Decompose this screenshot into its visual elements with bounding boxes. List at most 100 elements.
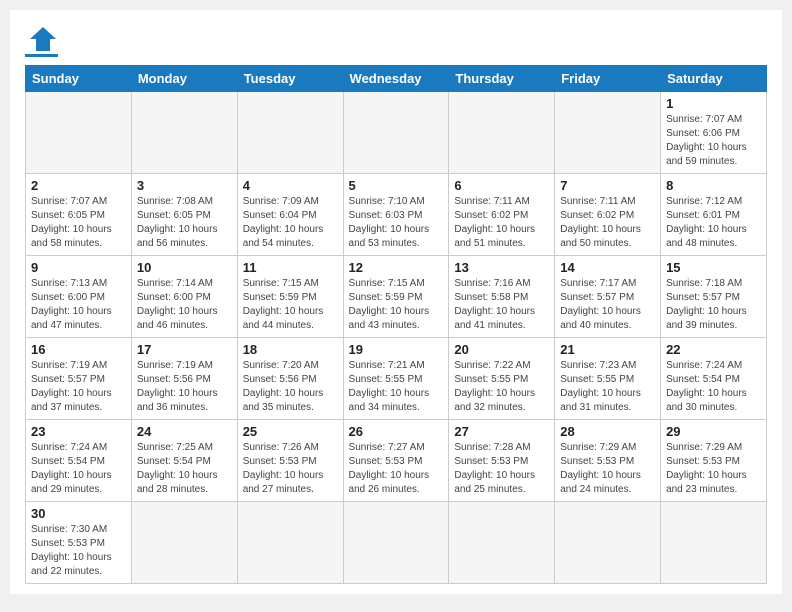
day-number: 6 xyxy=(454,178,549,193)
day-number: 16 xyxy=(31,342,126,357)
day-info: Sunrise: 7:11 AM Sunset: 6:02 PM Dayligh… xyxy=(454,195,549,251)
day-info: Sunrise: 7:12 AM Sunset: 6:01 PM Dayligh… xyxy=(666,195,761,251)
day-number: 30 xyxy=(31,506,126,521)
calendar-cell: 23 Sunrise: 7:24 AM Sunset: 5:54 PM Dayli… xyxy=(26,420,132,502)
calendar-cell: 4 Sunrise: 7:09 AM Sunset: 6:04 PM Daylig… xyxy=(237,174,343,256)
weekday-header-row: SundayMondayTuesdayWednesdayThursdayFrid… xyxy=(26,66,767,92)
calendar-cell xyxy=(237,502,343,584)
weekday-header-wednesday: Wednesday xyxy=(343,66,449,92)
calendar-cell: 9Sunrise: 7:13 AM Sunset: 6:00 PM Daylig… xyxy=(26,256,132,338)
day-number: 26 xyxy=(349,424,444,439)
day-info: Sunrise: 7:11 AM Sunset: 6:02 PM Dayligh… xyxy=(560,195,655,251)
day-number: 20 xyxy=(454,342,549,357)
day-number: 5 xyxy=(349,178,444,193)
day-info: Sunrise: 7:18 AM Sunset: 5:57 PM Dayligh… xyxy=(666,277,761,333)
day-number: 19 xyxy=(349,342,444,357)
calendar-week-3: 9Sunrise: 7:13 AM Sunset: 6:00 PM Daylig… xyxy=(26,256,767,338)
day-info: Sunrise: 7:26 AM Sunset: 5:53 PM Dayligh… xyxy=(243,441,338,497)
day-info: Sunrise: 7:28 AM Sunset: 5:53 PM Dayligh… xyxy=(454,441,549,497)
calendar-cell: 14Sunrise: 7:17 AM Sunset: 5:57 PM Dayli… xyxy=(555,256,661,338)
day-info: Sunrise: 7:07 AM Sunset: 6:05 PM Dayligh… xyxy=(31,195,126,251)
weekday-header-saturday: Saturday xyxy=(661,66,767,92)
day-info: Sunrise: 7:23 AM Sunset: 5:55 PM Dayligh… xyxy=(560,359,655,415)
day-info: Sunrise: 7:24 AM Sunset: 5:54 PM Dayligh… xyxy=(666,359,761,415)
day-info: Sunrise: 7:09 AM Sunset: 6:04 PM Dayligh… xyxy=(243,195,338,251)
weekday-header-thursday: Thursday xyxy=(449,66,555,92)
calendar-cell: 26 Sunrise: 7:27 AM Sunset: 5:53 PM Dayli… xyxy=(343,420,449,502)
calendar-cell: 21 Sunrise: 7:23 AM Sunset: 5:55 PM Dayli… xyxy=(555,338,661,420)
day-info: Sunrise: 7:27 AM Sunset: 5:53 PM Dayligh… xyxy=(349,441,444,497)
day-number: 29 xyxy=(666,424,761,439)
day-info: Sunrise: 7:19 AM Sunset: 5:57 PM Dayligh… xyxy=(31,359,126,415)
day-number: 14 xyxy=(560,260,655,275)
day-info: Sunrise: 7:16 AM Sunset: 5:58 PM Dayligh… xyxy=(454,277,549,333)
calendar-cell xyxy=(131,92,237,174)
calendar-cell xyxy=(555,92,661,174)
day-info: Sunrise: 7:24 AM Sunset: 5:54 PM Dayligh… xyxy=(31,441,126,497)
day-number: 24 xyxy=(137,424,232,439)
logo xyxy=(25,25,58,57)
day-info: Sunrise: 7:15 AM Sunset: 5:59 PM Dayligh… xyxy=(243,277,338,333)
day-info: Sunrise: 7:15 AM Sunset: 5:59 PM Dayligh… xyxy=(349,277,444,333)
calendar-cell: 6 Sunrise: 7:11 AM Sunset: 6:02 PM Daylig… xyxy=(449,174,555,256)
calendar-cell: 20 Sunrise: 7:22 AM Sunset: 5:55 PM Dayli… xyxy=(449,338,555,420)
day-number: 1 xyxy=(666,96,761,111)
calendar-cell: 7Sunrise: 7:11 AM Sunset: 6:02 PM Daylig… xyxy=(555,174,661,256)
calendar-cell: 3 Sunrise: 7:08 AM Sunset: 6:05 PM Daylig… xyxy=(131,174,237,256)
logo-underline xyxy=(25,54,58,57)
calendar-cell: 19 Sunrise: 7:21 AM Sunset: 5:55 PM Dayli… xyxy=(343,338,449,420)
calendar-week-1: 1 Sunrise: 7:07 AM Sunset: 6:06 PM Daylig… xyxy=(26,92,767,174)
calendar-page: SundayMondayTuesdayWednesdayThursdayFrid… xyxy=(10,10,782,594)
calendar-cell xyxy=(555,502,661,584)
calendar-cell xyxy=(237,92,343,174)
day-info: Sunrise: 7:29 AM Sunset: 5:53 PM Dayligh… xyxy=(666,441,761,497)
calendar-cell: 29 Sunrise: 7:29 AM Sunset: 5:53 PM Dayli… xyxy=(661,420,767,502)
day-info: Sunrise: 7:29 AM Sunset: 5:53 PM Dayligh… xyxy=(560,441,655,497)
day-info: Sunrise: 7:30 AM Sunset: 5:53 PM Dayligh… xyxy=(31,523,126,579)
calendar-week-2: 2 Sunrise: 7:07 AM Sunset: 6:05 PM Daylig… xyxy=(26,174,767,256)
calendar-cell: 28Sunrise: 7:29 AM Sunset: 5:53 PM Dayli… xyxy=(555,420,661,502)
day-info: Sunrise: 7:07 AM Sunset: 6:06 PM Dayligh… xyxy=(666,113,761,169)
calendar-cell: 25 Sunrise: 7:26 AM Sunset: 5:53 PM Dayli… xyxy=(237,420,343,502)
calendar-cell: 11 Sunrise: 7:15 AM Sunset: 5:59 PM Dayli… xyxy=(237,256,343,338)
weekday-header-friday: Friday xyxy=(555,66,661,92)
day-number: 21 xyxy=(560,342,655,357)
header xyxy=(25,20,767,57)
calendar-cell xyxy=(661,502,767,584)
calendar-cell: 12 Sunrise: 7:15 AM Sunset: 5:59 PM Dayli… xyxy=(343,256,449,338)
day-number: 11 xyxy=(243,260,338,275)
calendar-week-4: 16 Sunrise: 7:19 AM Sunset: 5:57 PM Dayli… xyxy=(26,338,767,420)
day-info: Sunrise: 7:25 AM Sunset: 5:54 PM Dayligh… xyxy=(137,441,232,497)
calendar-cell: 17 Sunrise: 7:19 AM Sunset: 5:56 PM Dayli… xyxy=(131,338,237,420)
day-info: Sunrise: 7:13 AM Sunset: 6:00 PM Dayligh… xyxy=(31,277,126,333)
calendar-cell: 16 Sunrise: 7:19 AM Sunset: 5:57 PM Dayli… xyxy=(26,338,132,420)
day-number: 10 xyxy=(137,260,232,275)
calendar-cell xyxy=(343,92,449,174)
calendar-cell xyxy=(449,502,555,584)
day-number: 23 xyxy=(31,424,126,439)
day-number: 13 xyxy=(454,260,549,275)
calendar-cell xyxy=(343,502,449,584)
logo-icon xyxy=(28,25,58,53)
day-info: Sunrise: 7:08 AM Sunset: 6:05 PM Dayligh… xyxy=(137,195,232,251)
day-number: 4 xyxy=(243,178,338,193)
day-number: 12 xyxy=(349,260,444,275)
calendar-cell: 1 Sunrise: 7:07 AM Sunset: 6:06 PM Daylig… xyxy=(661,92,767,174)
day-number: 3 xyxy=(137,178,232,193)
calendar-cell: 27Sunrise: 7:28 AM Sunset: 5:53 PM Dayli… xyxy=(449,420,555,502)
calendar-cell: 24 Sunrise: 7:25 AM Sunset: 5:54 PM Dayli… xyxy=(131,420,237,502)
day-number: 17 xyxy=(137,342,232,357)
day-number: 22 xyxy=(666,342,761,357)
day-info: Sunrise: 7:22 AM Sunset: 5:55 PM Dayligh… xyxy=(454,359,549,415)
day-number: 25 xyxy=(243,424,338,439)
day-info: Sunrise: 7:21 AM Sunset: 5:55 PM Dayligh… xyxy=(349,359,444,415)
calendar-cell xyxy=(449,92,555,174)
day-number: 2 xyxy=(31,178,126,193)
calendar-week-6: 30 Sunrise: 7:30 AM Sunset: 5:53 PM Dayli… xyxy=(26,502,767,584)
day-info: Sunrise: 7:19 AM Sunset: 5:56 PM Dayligh… xyxy=(137,359,232,415)
weekday-header-monday: Monday xyxy=(131,66,237,92)
calendar-cell: 18Sunrise: 7:20 AM Sunset: 5:56 PM Dayli… xyxy=(237,338,343,420)
calendar-week-5: 23 Sunrise: 7:24 AM Sunset: 5:54 PM Dayli… xyxy=(26,420,767,502)
calendar-cell: 13 Sunrise: 7:16 AM Sunset: 5:58 PM Dayli… xyxy=(449,256,555,338)
calendar-cell xyxy=(131,502,237,584)
